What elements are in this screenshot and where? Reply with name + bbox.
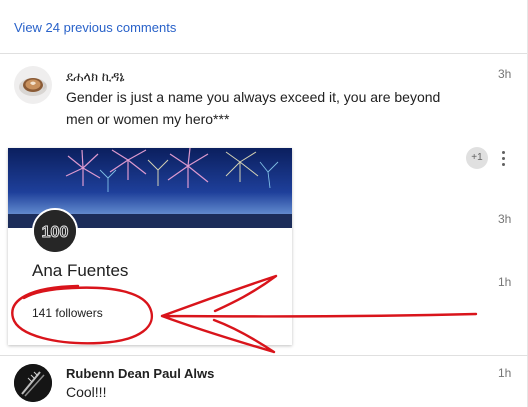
avatar-badge-text: 100 [42,224,69,241]
card-followers-count: 141 followers [32,306,103,320]
divider [0,53,528,54]
profile-hover-card: 100 Ana Fuentes 141 followers [8,148,292,345]
more-options-icon[interactable] [497,148,509,168]
guitar-photo-icon [14,364,52,402]
comment-author-1[interactable]: ደሐላክ ኪዳኔ [66,69,125,85]
comment-time-1: 3h [498,67,512,81]
commenter-avatar-1[interactable] [14,66,52,104]
plus-one-button[interactable]: +1 [466,147,488,169]
comment-author-2[interactable]: Rubenn Dean Paul Alws [66,366,214,381]
commenter-avatar-2[interactable] [14,364,52,402]
comment-text-line-2: men or women my hero*** [66,111,230,127]
divider [0,355,528,356]
comment-time-2: 1h [498,366,512,380]
coffee-cup-icon [14,66,52,104]
comment-text-2: Cool!!! [66,384,107,400]
comment-text-line-1: Gender is just a name you always exceed … [66,89,441,105]
comment-time-hidden-b: 1h [498,275,512,289]
card-profile-name[interactable]: Ana Fuentes [32,261,128,281]
card-profile-avatar[interactable]: 100 [32,208,78,254]
comment-time-hidden-a: 3h [498,212,512,226]
view-previous-comments-link[interactable]: View 24 previous comments [14,20,176,35]
